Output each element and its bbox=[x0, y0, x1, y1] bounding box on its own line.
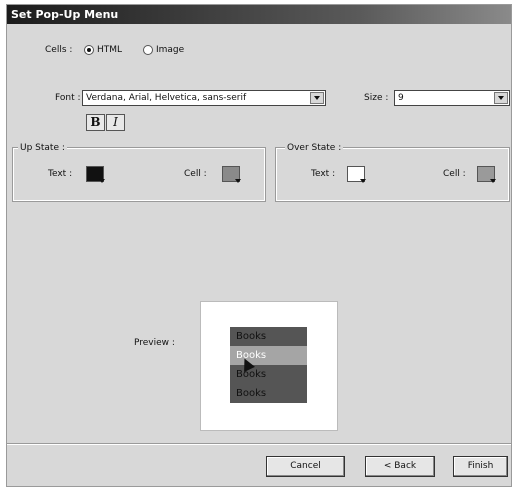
size-select-value: 9 bbox=[398, 93, 404, 103]
font-select[interactable]: Verdana, Arial, Helvetica, sans-serif bbox=[82, 90, 326, 106]
cells-label: Cells : bbox=[45, 45, 73, 55]
over-state-group: Over State : Text : Cell : bbox=[275, 143, 510, 202]
size-select[interactable]: 9 bbox=[394, 90, 510, 106]
over-state-title: Over State : bbox=[285, 143, 344, 153]
preview-label: Preview : bbox=[134, 338, 175, 348]
up-state-group: Up State : Text : Cell : bbox=[12, 143, 266, 202]
chevron-down-icon[interactable] bbox=[494, 92, 508, 104]
cells-html-label[interactable]: HTML bbox=[97, 44, 122, 56]
bold-button[interactable]: B bbox=[86, 114, 105, 131]
size-label: Size : bbox=[364, 93, 389, 103]
back-button[interactable]: < Back bbox=[365, 456, 435, 477]
menu-preview: Books Books Books Books bbox=[200, 301, 338, 431]
finish-button[interactable]: Finish bbox=[453, 456, 508, 477]
preview-item: Books bbox=[230, 384, 307, 403]
cancel-button[interactable]: Cancel bbox=[266, 456, 345, 477]
up-state-text-label: Text : bbox=[48, 169, 73, 179]
over-state-cell-color-swatch[interactable] bbox=[477, 166, 496, 183]
up-state-title: Up State : bbox=[18, 143, 67, 153]
preview-item: Books bbox=[230, 327, 307, 346]
footer-divider bbox=[7, 443, 511, 445]
italic-button[interactable]: I bbox=[106, 114, 125, 131]
up-state-cell-label: Cell : bbox=[184, 169, 207, 179]
over-state-text-label: Text : bbox=[311, 169, 336, 179]
chevron-down-icon[interactable] bbox=[310, 92, 324, 104]
cells-image-label[interactable]: Image bbox=[156, 44, 184, 56]
set-popup-menu-dialog: Set Pop-Up Menu Cells : HTML Image Font … bbox=[6, 4, 512, 487]
cells-html-radio[interactable] bbox=[84, 45, 94, 55]
up-state-cell-color-swatch[interactable] bbox=[222, 166, 241, 183]
font-select-value: Verdana, Arial, Helvetica, sans-serif bbox=[86, 93, 247, 103]
cells-image-radio[interactable] bbox=[143, 45, 153, 55]
over-state-cell-label: Cell : bbox=[443, 169, 466, 179]
over-state-text-color-swatch[interactable] bbox=[347, 166, 366, 183]
font-label: Font : bbox=[55, 93, 81, 103]
dialog-title: Set Pop-Up Menu bbox=[7, 5, 511, 24]
up-state-text-color-swatch[interactable] bbox=[86, 166, 105, 183]
